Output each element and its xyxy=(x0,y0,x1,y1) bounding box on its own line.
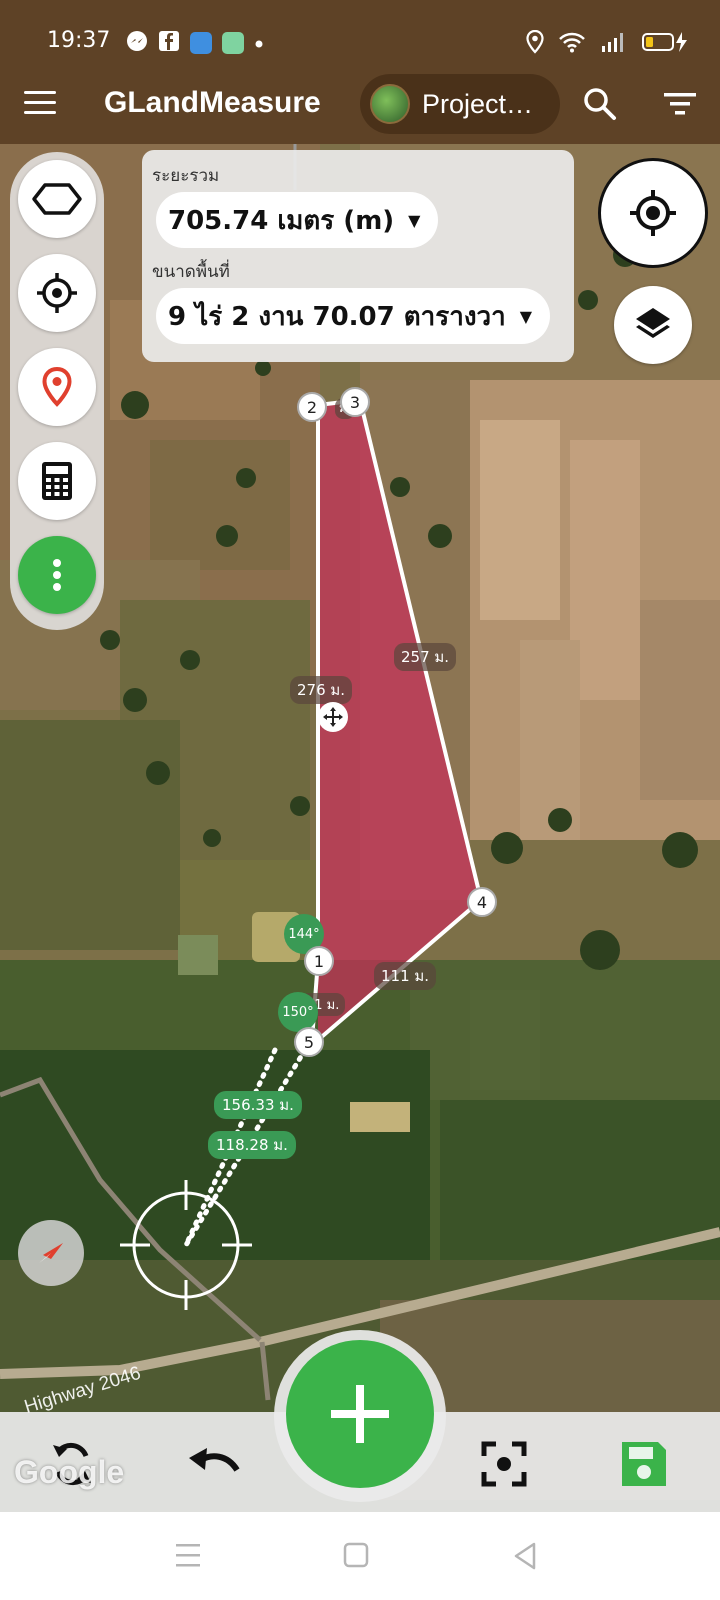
signal-icon xyxy=(600,31,628,57)
system-nav-bar xyxy=(0,1512,720,1600)
status-bar: 19:37 xyxy=(0,0,720,64)
my-location-icon xyxy=(630,190,676,236)
undo-button[interactable] xyxy=(186,1436,242,1492)
back-button[interactable] xyxy=(506,1540,546,1572)
project-thumbnail xyxy=(370,84,410,124)
more-options-button[interactable] xyxy=(18,536,96,614)
project-selector[interactable]: Project… xyxy=(360,74,560,134)
wifi-icon xyxy=(558,31,586,57)
notification-icons xyxy=(126,30,264,56)
undo-icon xyxy=(189,1448,240,1472)
menu-icon xyxy=(24,91,56,94)
recent-apps-icon xyxy=(176,1544,200,1567)
calculator-icon xyxy=(42,462,72,500)
vertex-marker[interactable]: 4 xyxy=(467,887,497,917)
guide-distance-label: 156.33 ม. xyxy=(214,1091,302,1119)
search-icon xyxy=(584,88,616,120)
project-label: Project… xyxy=(422,88,534,119)
save-button[interactable] xyxy=(616,1436,672,1492)
map-layers-button[interactable] xyxy=(614,286,692,364)
edge-label-bottom: 111 ม. xyxy=(374,962,437,990)
move-icon xyxy=(323,707,343,727)
filter-icon xyxy=(664,93,696,115)
recent-apps-button[interactable] xyxy=(168,1540,208,1572)
location-icon xyxy=(526,29,544,58)
polygon-tool-button[interactable] xyxy=(18,160,96,238)
home-button[interactable] xyxy=(336,1540,376,1572)
facebook-icon xyxy=(158,30,180,56)
app-blue-icon xyxy=(190,32,212,54)
distance-label: ระยะรวม xyxy=(152,166,220,186)
edge-label-left: 276 ม. xyxy=(290,676,353,704)
area-unit-selector[interactable]: 9 ไร่ 2 งาน 70.07 ตารางวา ▼ xyxy=(156,288,551,344)
chevron-down-icon: ▼ xyxy=(519,306,533,326)
vertex-marker[interactable]: 2 xyxy=(297,392,327,422)
compass-icon xyxy=(39,1243,63,1263)
edge-label-right: 257 ม. xyxy=(394,643,457,671)
move-handle[interactable] xyxy=(318,702,348,732)
guide-distance-label: 118.28 ม. xyxy=(208,1131,296,1159)
vertex-marker[interactable]: 1 xyxy=(304,946,334,976)
search-button[interactable] xyxy=(582,86,618,122)
crosshair-icon xyxy=(37,273,77,313)
save-icon xyxy=(622,1442,666,1486)
back-icon xyxy=(514,1542,536,1570)
vertex-marker[interactable]: 5 xyxy=(294,1027,324,1057)
chevron-down-icon: ▼ xyxy=(408,210,421,230)
tool-column xyxy=(10,152,104,630)
area-value: 9 ไร่ 2 งาน 70.07 ตารางวา xyxy=(168,301,506,332)
add-point-button[interactable] xyxy=(286,1340,434,1488)
status-time: 19:37 xyxy=(47,28,111,53)
dot-icon xyxy=(254,34,264,53)
home-icon xyxy=(343,1542,369,1568)
battery-charging-icon xyxy=(642,31,690,57)
filter-button[interactable] xyxy=(664,90,696,118)
more-vertical-icon xyxy=(53,559,61,591)
add-icon xyxy=(331,1385,389,1443)
polygon-icon xyxy=(32,183,82,215)
measurement-card: ระยะรวม 705.74 เมตร (m) ▼ ขนาดพื้นที่ 9 … xyxy=(142,150,574,362)
angle-label: 150° xyxy=(278,992,318,1032)
google-attribution: Google xyxy=(14,1454,125,1490)
location-pin-button[interactable] xyxy=(18,348,96,426)
app-green-icon xyxy=(222,32,244,54)
compass-button[interactable] xyxy=(18,1220,84,1286)
system-icons xyxy=(526,29,690,58)
vertex-marker[interactable]: 3 xyxy=(340,387,370,417)
distance-unit-selector[interactable]: 705.74 เมตร (m) ▼ xyxy=(156,192,439,248)
location-pin-icon xyxy=(42,367,72,407)
calculator-button[interactable] xyxy=(18,442,96,520)
crosshair-tool-button[interactable] xyxy=(18,254,96,332)
area-label: ขนาดพื้นที่ xyxy=(152,262,230,282)
focus-icon xyxy=(481,1441,527,1487)
layers-icon xyxy=(636,308,670,338)
distance-value: 705.74 เมตร (m) xyxy=(168,205,395,236)
focus-button[interactable] xyxy=(476,1436,532,1492)
app-bar: GLandMeasure Project… xyxy=(0,64,720,144)
messenger-icon xyxy=(126,30,148,56)
my-location-button[interactable] xyxy=(598,158,708,268)
menu-button[interactable] xyxy=(24,88,56,120)
app-title: GLandMeasure xyxy=(104,86,321,119)
